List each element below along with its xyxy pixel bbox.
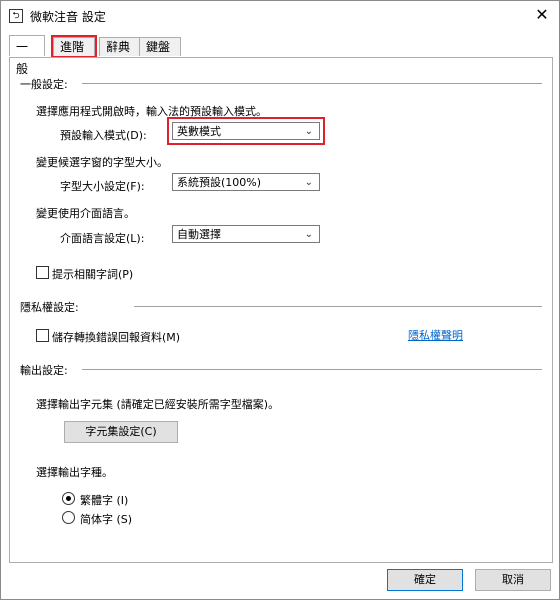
ui-language-description: 變更使用介面語言。 [36,207,135,220]
input-mode-label: 預設輸入模式(D): [60,129,147,142]
tab-general[interactable]: 一般 [9,35,45,76]
cancel-button[interactable]: 取消 [475,569,551,591]
input-mode-value: 英數模式 [177,125,221,138]
ui-language-value: 自動選擇 [177,228,221,241]
charset-settings-button[interactable]: 字元集設定(C) [64,421,178,443]
general-divider [82,83,542,84]
tab-dictionary[interactable]: 辭典 [99,37,141,56]
input-mode-select[interactable]: 英數模式 ⌄ [167,117,325,145]
ui-language-select[interactable]: 自動選擇 ⌄ [172,225,320,243]
hint-related-label: 提示相關字詞(P) [52,268,134,281]
input-mode-description: 選擇應用程式開啟時，輸入法的預設輸入模式。 [36,105,267,118]
app-icon: ⮌ [9,9,23,23]
chevron-down-icon: ⌄ [304,126,313,137]
chevron-down-icon: ⌄ [304,229,313,240]
simplified-label: 简体字 (S) [80,513,133,526]
tab-panel-general: 一般設定: 選擇應用程式開啟時，輸入法的預設輸入模式。 預設輸入模式(D): 英… [9,57,553,563]
charset-description: 選擇輸出字元集 (請確定已經安裝所需字型檔案)。 [36,398,280,411]
privacy-section-title: 隱私權設定: [20,301,79,314]
chevron-down-icon: ⌄ [304,177,313,188]
title-bar: ⮌ 微軟注音 設定 ✕ [1,1,559,31]
output-divider [82,369,542,370]
privacy-divider [134,306,542,307]
close-button[interactable]: ✕ [531,3,553,27]
store-error-label: 儲存轉換錯誤回報資料(M) [52,331,181,344]
traditional-radio[interactable] [62,492,75,505]
ui-language-label: 介面語言設定(L): [60,232,145,245]
privacy-statement-link[interactable]: 隱私權聲明 [408,327,463,343]
window-title: 微軟注音 設定 [30,10,106,24]
store-error-checkbox[interactable] [36,329,49,342]
font-size-label: 字型大小設定(F): [60,180,145,193]
font-size-select[interactable]: 系統預設(100%) ⌄ [172,173,320,191]
tab-advanced[interactable]: 進階 [51,35,97,58]
tab-keyboard[interactable]: 鍵盤 [139,37,181,56]
font-size-value: 系統預設(100%) [177,176,262,189]
ok-button[interactable]: 確定 [387,569,463,591]
font-size-description: 變更候選字窗的字型大小。 [36,156,168,169]
simplified-radio[interactable] [62,511,75,524]
script-description: 選擇輸出字種。 [36,466,113,479]
radio-selected-dot [66,496,71,501]
hint-related-checkbox[interactable] [36,266,49,279]
settings-window: ⮌ 微軟注音 設定 ✕ 一般 進階 辭典 鍵盤 一般設定: 選擇應用程式開啟時，… [0,0,560,600]
traditional-label: 繁體字 (I) [80,494,129,507]
output-section-title: 輸出設定: [20,364,68,377]
